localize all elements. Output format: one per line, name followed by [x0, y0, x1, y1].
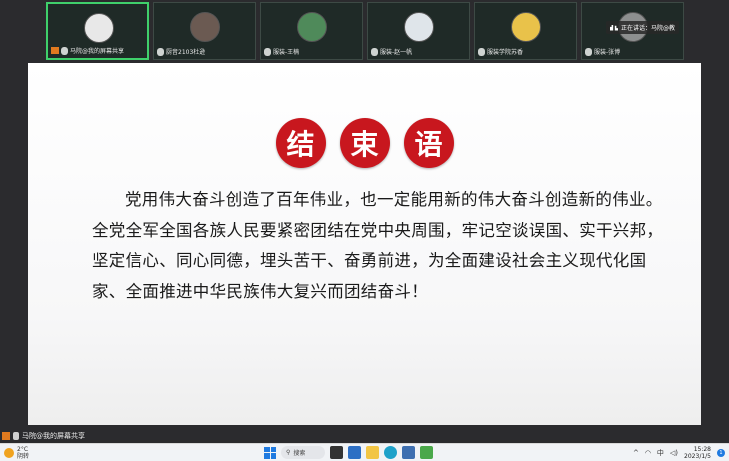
participant-name-bar: 服装-王楠 [264, 46, 299, 57]
chevron-up-icon[interactable]: ^ [633, 449, 639, 457]
title-char: 语 [403, 118, 454, 168]
participant-tile[interactable]: 服装-王楠 [260, 2, 363, 60]
taskbar-search[interactable]: ⚲ 搜索 [281, 446, 325, 459]
mic-icon [478, 47, 485, 56]
speaking-pill: 正在讲话：马院@教 [605, 21, 679, 34]
participant-tile[interactable]: 厨音2103杜逊 [153, 2, 256, 60]
search-label: 搜索 [293, 450, 306, 457]
title-char: 束 [339, 118, 390, 168]
start-button-icon[interactable] [264, 446, 276, 459]
ime-indicator[interactable]: 中 [657, 448, 664, 458]
participant-avatar [190, 12, 220, 42]
title-char: 结 [275, 118, 326, 168]
participant-tile[interactable]: 服装学院苏香 [474, 2, 577, 60]
clock-time: 15:28 [693, 446, 711, 453]
weather-icon [4, 448, 14, 458]
participant-name: 马院@我的屏幕共享 [70, 48, 125, 55]
participant-tile[interactable]: 服装-赵一帆 [367, 2, 470, 60]
search-icon: ⚲ [286, 449, 291, 456]
speaking-label: 正在讲话：马院@教 [620, 25, 675, 32]
shared-slide: 结 束 语 党用伟大奋斗创造了百年伟业，也一定能用新的伟大奋斗创造新的伟业。全党… [28, 63, 701, 425]
mail-icon[interactable] [348, 446, 361, 459]
task-view-icon[interactable] [330, 446, 343, 459]
system-tray: ^ ◠ 中 ◁) 15:28 2023/1/5 1 [633, 446, 725, 460]
taskbar-apps: ⚲ 搜索 [264, 446, 433, 459]
weather-desc: 阴转 [17, 453, 30, 460]
participant-name-bar: 厨音2103杜逊 [157, 46, 205, 57]
camera-icon [51, 47, 59, 54]
participant-avatar [84, 13, 114, 43]
clock[interactable]: 15:28 2023/1/5 [684, 446, 711, 460]
participant-name-bar: 服装-赵一帆 [371, 46, 412, 57]
slide-title: 结 束 语 [28, 118, 701, 168]
mic-icon [157, 47, 164, 56]
participant-strip: 马院@我的屏幕共享 厨音2103杜逊 服装-王楠 服装-赵一帆 服装学院苏香 服… [46, 2, 686, 60]
presenter-name: 马院@我的屏幕共享 [22, 432, 85, 440]
participant-tile[interactable]: 服装-张博 正在讲话：马院@教 [581, 2, 684, 60]
weather-temp: 2°C [17, 446, 29, 453]
participant-name: 厨音2103杜逊 [166, 49, 206, 56]
speaking-indicator: 正在讲话：马院@教 [582, 3, 683, 59]
participant-avatar [297, 12, 327, 42]
participant-name: 服装-赵一帆 [380, 49, 413, 56]
slide-body-text: 党用伟大奋斗创造了百年伟业，也一定能用新的伟大奋斗创造新的伟业。全党全军全国各族… [92, 190, 664, 301]
mic-icon [264, 47, 271, 56]
network-icon[interactable]: ◠ [645, 449, 651, 457]
participant-avatar [404, 12, 434, 42]
volume-icon[interactable]: ◁) [670, 449, 678, 457]
participant-avatar [511, 12, 541, 42]
file-explorer-icon[interactable] [366, 446, 379, 459]
participant-name: 服装学院苏香 [487, 49, 524, 56]
notification-badge[interactable]: 1 [717, 449, 725, 457]
edge-icon[interactable] [384, 446, 397, 459]
weather-widget[interactable]: 2°C 阴转 [4, 446, 29, 460]
audio-wave-icon [609, 24, 618, 31]
photos-icon[interactable] [402, 446, 415, 459]
participant-name-bar: 马院@我的屏幕共享 [51, 45, 124, 56]
mic-icon [61, 46, 68, 55]
meeting-window: 马院@我的屏幕共享 厨音2103杜逊 服装-王楠 服装-赵一帆 服装学院苏香 服… [0, 0, 729, 443]
participant-name: 服装-王楠 [273, 49, 300, 56]
mic-icon [13, 432, 19, 440]
screen-share-icon [2, 432, 10, 440]
meeting-app-icon[interactable] [420, 446, 433, 459]
mic-icon [371, 47, 378, 56]
presenter-bar[interactable]: 马院@我的屏幕共享 [2, 430, 85, 442]
windows-taskbar: 2°C 阴转 ⚲ 搜索 ^ ◠ 中 ◁) 15:28 2023/1/5 1 [0, 443, 729, 461]
participant-tile[interactable]: 马院@我的屏幕共享 [46, 2, 149, 60]
clock-date: 2023/1/5 [684, 453, 711, 460]
participant-name-bar: 服装学院苏香 [478, 46, 523, 57]
